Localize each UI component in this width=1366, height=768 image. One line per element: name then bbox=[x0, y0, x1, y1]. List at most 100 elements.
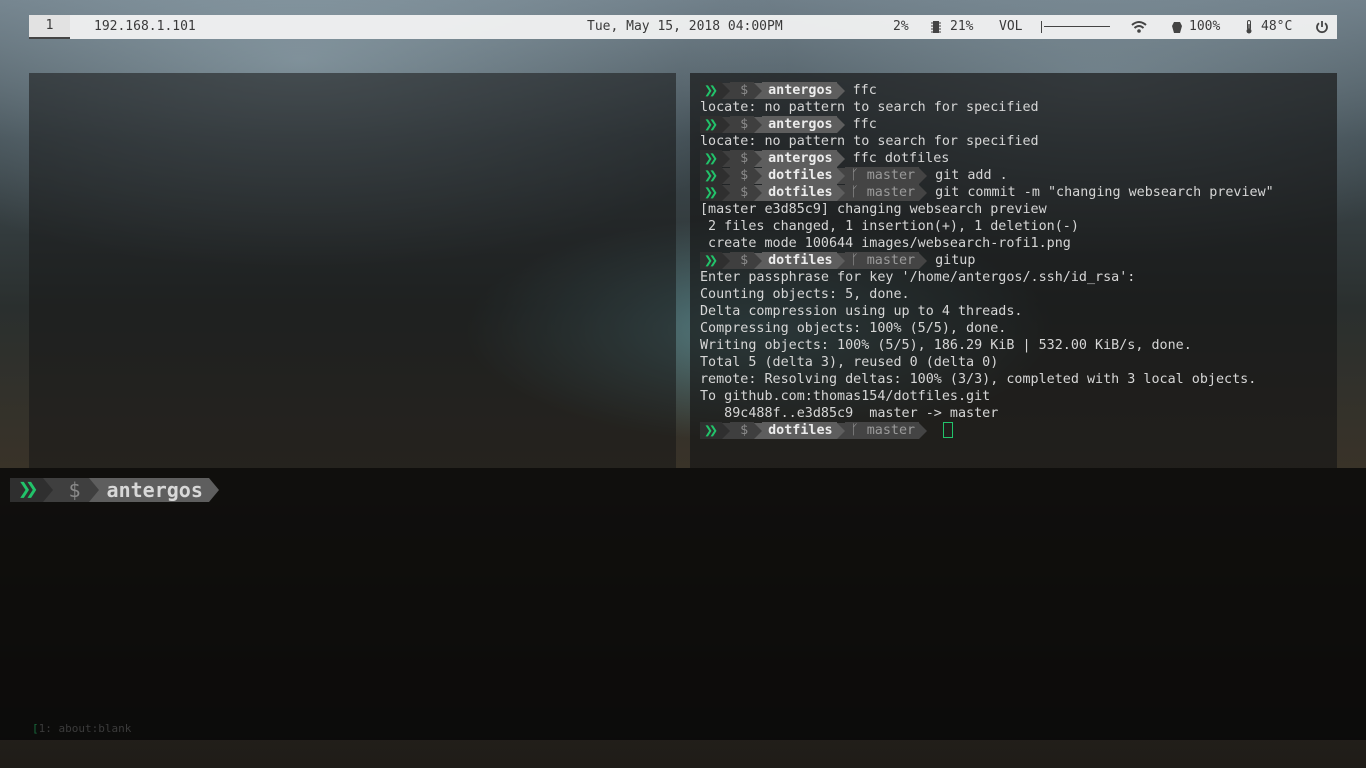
prompt-arrows-icon: ❯❯ bbox=[700, 82, 723, 99]
ip-address: 192.168.1.101 bbox=[94, 19, 196, 34]
terminal-output-line: remote: Resolving deltas: 100% (3/3), co… bbox=[700, 372, 1257, 387]
terminal-output-line: Counting objects: 5, done. bbox=[700, 287, 910, 302]
prompt-arrows-icon: ❯❯ bbox=[700, 252, 723, 269]
prompt-arrows-icon: ❯❯ bbox=[700, 167, 723, 184]
terminal-output-line: Enter passphrase for key '/home/antergos… bbox=[700, 270, 1136, 285]
prompt-dollar: $ bbox=[730, 116, 755, 133]
prompt-directory: antergos bbox=[98, 478, 209, 502]
wifi-icon[interactable] bbox=[1131, 20, 1147, 34]
prompt-directory: dotfiles bbox=[762, 167, 837, 184]
prompt-arrows-icon: ❯❯ bbox=[700, 422, 723, 439]
terminal-command: gitup bbox=[935, 253, 976, 268]
terminal-prompt-line: ❯❯ $ dotfiles ᚴ master git commit -m "changi… bbox=[700, 184, 1330, 201]
prompt-git-branch: ᚴ master bbox=[844, 184, 920, 201]
volume-slider[interactable] bbox=[1044, 26, 1110, 27]
terminal-output-line: create mode 100644 images/websearch-rofi… bbox=[700, 236, 1071, 251]
prompt-arrows-icon: ❯❯ bbox=[700, 184, 723, 201]
git-branch-icon: ᚴ bbox=[850, 253, 859, 268]
git-branch-name: master bbox=[866, 253, 916, 268]
powerline-separator bbox=[754, 167, 763, 184]
top-bar: 1 192.168.1.101 Tue, May 15, 2018 04:00P… bbox=[29, 15, 1337, 39]
prompt-dollar: $ bbox=[730, 252, 755, 269]
prompt-arrows-icon: ❯❯ bbox=[700, 116, 723, 133]
terminal-command: ffc dotfiles bbox=[852, 151, 950, 166]
prompt-dollar: $ bbox=[730, 422, 755, 439]
terminal-command: ffc bbox=[852, 117, 877, 132]
powerline-separator bbox=[836, 167, 845, 184]
git-branch-icon: ᚴ bbox=[850, 168, 859, 183]
terminal-output-line: Compressing objects: 100% (5/5), done. bbox=[700, 321, 1007, 336]
terminal-output-line: 89c488f..e3d85c9 master -> master bbox=[700, 406, 999, 421]
powerline-separator bbox=[754, 116, 763, 133]
powerline-separator bbox=[722, 150, 731, 167]
bottom-terminal[interactable]: ❯❯ $ antergos [1: about:blank bbox=[0, 468, 1366, 740]
powerline-separator bbox=[919, 167, 928, 184]
temperature: 48°C bbox=[1261, 19, 1293, 34]
shell-prompt: ❯❯ $ antergos bbox=[10, 478, 219, 502]
terminal-window[interactable]: ❯❯ $ antergos ffc locate: no pattern to sear… bbox=[690, 73, 1337, 468]
powerline-separator bbox=[722, 167, 731, 184]
terminal-prompt-line: ❯❯ $ antergos ffc dotfiles bbox=[700, 150, 1330, 167]
battery-level: 100% bbox=[1189, 19, 1221, 34]
prompt-git-branch: ᚴ master bbox=[844, 167, 920, 184]
git-branch-icon: ᚴ bbox=[850, 423, 859, 438]
clock[interactable]: Tue, May 15, 2018 04:00PM bbox=[587, 15, 783, 39]
powerline-separator bbox=[836, 422, 845, 439]
prompt-directory: dotfiles bbox=[762, 252, 837, 269]
terminal-prompt-line: ❯❯ $ dotfiles ᚴ master bbox=[700, 422, 1330, 439]
powerline-separator bbox=[754, 184, 763, 201]
powerline-separator bbox=[754, 150, 763, 167]
prompt-dollar: $ bbox=[52, 478, 89, 502]
prompt-dollar: $ bbox=[730, 167, 755, 184]
prompt-dollar: $ bbox=[730, 150, 755, 167]
terminal-output-line: Delta compression using up to 4 threads. bbox=[700, 304, 1023, 319]
terminal-output-line: Writing objects: 100% (5/5), 186.29 KiB … bbox=[700, 338, 1192, 353]
terminal-command: git commit -m "changing websearch previe… bbox=[935, 185, 1274, 200]
prompt-directory: dotfiles bbox=[762, 184, 837, 201]
power-icon[interactable] bbox=[1315, 20, 1329, 34]
powerline-separator bbox=[836, 150, 845, 167]
prompt-directory: antergos bbox=[762, 82, 837, 99]
git-branch-name: master bbox=[866, 185, 916, 200]
memory-usage: 21% bbox=[950, 19, 974, 34]
terminal-prompt-line: ❯❯ $ antergos ffc bbox=[700, 116, 1330, 133]
prompt-dollar: $ bbox=[730, 82, 755, 99]
powerline-separator bbox=[722, 184, 731, 201]
terminal-output-line: [master e3d85c9] changing websearch prev… bbox=[700, 202, 1047, 217]
git-branch-name: master bbox=[866, 423, 916, 438]
powerline-separator bbox=[836, 184, 845, 201]
powerline-separator bbox=[836, 82, 845, 99]
memory-icon bbox=[931, 21, 941, 33]
prompt-arrows-icon: ❯❯ bbox=[700, 150, 723, 167]
terminal-output-line: locate: no pattern to search for specifi… bbox=[700, 134, 1039, 149]
git-branch-icon: ᚴ bbox=[850, 185, 859, 200]
volume-knob[interactable] bbox=[1041, 21, 1042, 33]
prompt-directory: antergos bbox=[762, 150, 837, 167]
terminal-prompt-line: ❯❯ $ antergos ffc bbox=[700, 82, 1330, 99]
powerline-separator bbox=[836, 116, 845, 133]
cpu-usage: 2% bbox=[893, 19, 909, 34]
terminal-output-line: Total 5 (delta 3), reused 0 (delta 0) bbox=[700, 355, 999, 370]
workspace-indicator[interactable]: 1 bbox=[29, 15, 70, 39]
terminal-output-line: 2 files changed, 1 insertion(+), 1 delet… bbox=[700, 219, 1079, 234]
prompt-arrows-icon: ❯❯ bbox=[10, 478, 43, 502]
terminal-output-line: locate: no pattern to search for specifi… bbox=[700, 100, 1039, 115]
battery-icon bbox=[1172, 22, 1182, 33]
powerline-separator bbox=[722, 422, 731, 439]
powerline-separator bbox=[836, 252, 845, 269]
terminal-prompt-line: ❯❯ $ dotfiles ᚴ master gitup bbox=[700, 252, 1330, 269]
empty-window-pane[interactable] bbox=[29, 73, 676, 468]
status-line: [1: about:blank bbox=[32, 722, 132, 735]
powerline-separator bbox=[919, 184, 928, 201]
volume-label: VOL bbox=[999, 19, 1023, 34]
powerline-separator bbox=[754, 422, 763, 439]
powerline-separator bbox=[754, 82, 763, 99]
prompt-directory: dotfiles bbox=[762, 422, 837, 439]
prompt-dollar: $ bbox=[730, 184, 755, 201]
powerline-separator bbox=[722, 82, 731, 99]
powerline-separator bbox=[754, 252, 763, 269]
terminal-output: ❯❯ $ antergos ffc locate: no pattern to sear… bbox=[700, 82, 1330, 439]
powerline-separator bbox=[722, 116, 731, 133]
terminal-cursor bbox=[943, 422, 954, 438]
terminal-prompt-line: ❯❯ $ dotfiles ᚴ master git add . bbox=[700, 167, 1330, 184]
